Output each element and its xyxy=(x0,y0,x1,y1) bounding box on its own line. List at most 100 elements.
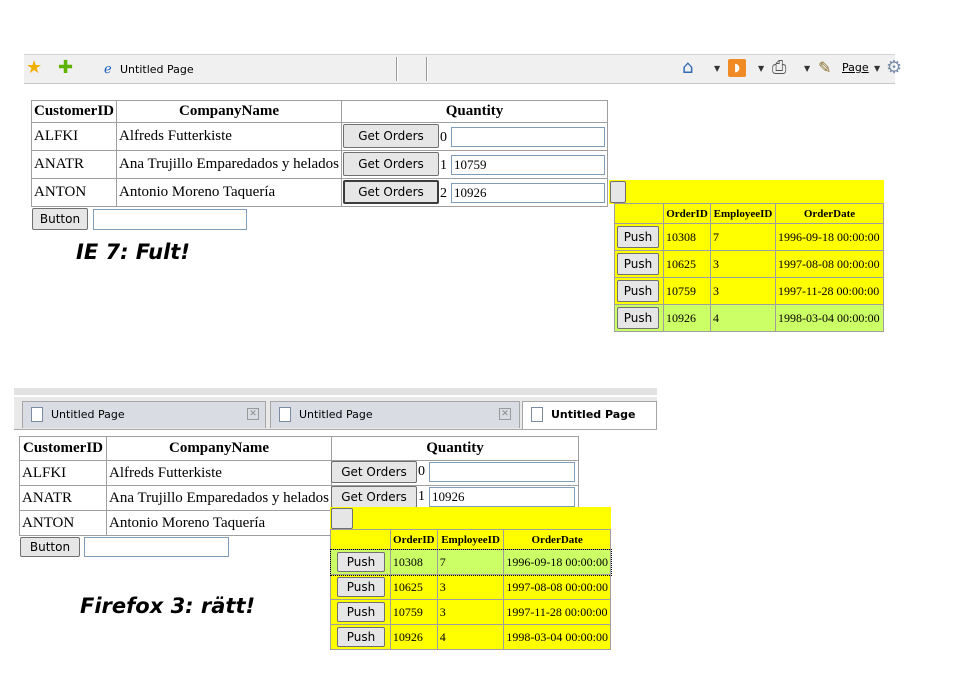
header-push xyxy=(614,203,664,224)
home-dropdown-icon[interactable]: ▼ xyxy=(714,64,720,73)
push-button[interactable]: Push xyxy=(617,307,659,329)
ie-orders-grid: OrderID EmployeeID OrderDate Push 10308 … xyxy=(614,203,884,332)
cell-employeeid: 4 xyxy=(436,624,505,650)
close-tab-icon[interactable]: ✕ xyxy=(499,408,511,420)
cell-customerid: ANTON xyxy=(31,178,117,207)
page-icon xyxy=(31,407,43,422)
cell-orderdate: 1998-03-04 00:00:00 xyxy=(775,304,884,332)
close-tab-icon[interactable]: ✕ xyxy=(247,408,259,420)
ff-tab-bar: Untitled Page ✕ Untitled Page ✕ Untitled… xyxy=(14,397,657,430)
push-button[interactable]: Push xyxy=(337,627,385,647)
ff-bookmarks-bar xyxy=(14,388,657,395)
home-icon[interactable]: ⌂ xyxy=(682,57,693,79)
table-row: Push 10926 4 1998-03-04 00:00:00 xyxy=(330,624,611,650)
cell-orderid: 10759 xyxy=(663,277,711,305)
cell-orderdate: 1997-11-28 00:00:00 xyxy=(775,277,884,305)
cell-orderid: 10625 xyxy=(389,574,438,600)
get-orders-button[interactable]: Get Orders xyxy=(331,461,417,483)
table-row: Push 10625 3 1997-08-08 00:00:00 xyxy=(614,250,884,278)
button[interactable]: Button xyxy=(32,208,88,230)
ff-tab-3-active[interactable]: Untitled Page xyxy=(522,401,657,429)
cell-customerid: ALFKI xyxy=(19,460,107,486)
cell-orderid: 10926 xyxy=(389,624,438,650)
header-orderdate: OrderDate xyxy=(503,529,611,550)
feeds-dropdown-icon[interactable]: ▼ xyxy=(758,64,764,73)
firefox-caption: Firefox 3: rätt! xyxy=(80,594,256,618)
favorites-star-icon[interactable]: ★ xyxy=(26,57,42,79)
quantity-input[interactable] xyxy=(451,127,605,147)
get-orders-button[interactable]: Get Orders xyxy=(343,152,439,176)
header-orderid: OrderID xyxy=(663,203,711,224)
ie-tab[interactable]: ℯ Untitled Page xyxy=(104,59,394,81)
row-index: 2 xyxy=(440,186,447,201)
table-row-selected: Push 10926 4 1998-03-04 00:00:00 xyxy=(614,304,884,332)
cell-customerid: ALFKI xyxy=(31,122,117,151)
expand-button[interactable] xyxy=(331,508,353,529)
quantity-input[interactable]: 10926 xyxy=(451,183,605,203)
get-orders-button[interactable]: Get Orders xyxy=(343,180,439,204)
cell-orderid: 10926 xyxy=(663,304,711,332)
print-dropdown-icon[interactable]: ▼ xyxy=(804,64,810,73)
cell-employeeid: 3 xyxy=(710,250,776,278)
print-icon[interactable]: ⎙ xyxy=(772,57,786,79)
cell-push: Push xyxy=(614,250,664,278)
text-input[interactable] xyxy=(84,537,229,557)
header-companyname: CompanyName xyxy=(106,436,332,461)
quantity-input[interactable]: 10926 xyxy=(429,487,575,507)
page-icon xyxy=(279,407,291,422)
cell-push: Push xyxy=(330,624,391,650)
tab-title: Untitled Page xyxy=(551,408,636,421)
quantity-input[interactable]: 10759 xyxy=(451,155,605,175)
header-companyname: CompanyName xyxy=(116,100,342,123)
header-quantity: Quantity xyxy=(340,100,609,123)
push-button[interactable]: Push xyxy=(617,226,659,248)
row-index: 1 xyxy=(440,158,447,173)
ie-toolbar: ★ ✚ ℯ Untitled Page ⌂ ▼ ◗ ▼ ⎙ ▼ ✎ Page ▼… xyxy=(24,54,902,84)
push-button[interactable]: Push xyxy=(337,602,385,622)
cell-push: Push xyxy=(330,599,391,625)
tab-title: Untitled Page xyxy=(51,408,125,421)
header-push xyxy=(330,529,391,550)
ie-orders-header-strip xyxy=(609,180,884,204)
button[interactable]: Button xyxy=(20,537,80,557)
expand-button[interactable] xyxy=(610,181,626,203)
table-row: Push 10308 7 1996-09-18 00:00:00 xyxy=(614,223,884,251)
feeds-icon[interactable]: ◗ xyxy=(728,59,746,77)
page-menu[interactable]: Page xyxy=(842,61,869,74)
ff-tab-2[interactable]: Untitled Page ✕ xyxy=(270,401,520,428)
cell-orderdate: 1997-08-08 00:00:00 xyxy=(775,250,884,278)
cell-orderid: 10308 xyxy=(389,549,438,575)
page-dropdown-icon[interactable]: ▼ xyxy=(874,64,880,73)
cell-push: Push xyxy=(330,574,391,600)
header-customerid: CustomerID xyxy=(19,436,107,461)
get-orders-button[interactable]: Get Orders xyxy=(331,486,417,508)
add-favorites-icon[interactable]: ✚ xyxy=(58,57,73,79)
header-orderid: OrderID xyxy=(389,529,438,550)
cell-push: Push xyxy=(330,549,391,575)
table-row-selected: Push 10308 7 1996-09-18 00:00:00 xyxy=(329,548,612,576)
text-input[interactable] xyxy=(93,209,247,230)
ie-tab-title: Untitled Page xyxy=(120,63,194,76)
push-button[interactable]: Push xyxy=(337,577,385,597)
page-icon xyxy=(531,407,543,422)
tools-gear-icon[interactable]: ⚙ xyxy=(886,57,902,79)
header-quantity: Quantity xyxy=(330,436,580,461)
cell-employeeid: 7 xyxy=(710,223,776,251)
cell-customerid: ANATR xyxy=(31,150,117,179)
get-orders-button[interactable]: Get Orders xyxy=(343,124,439,148)
cell-customerid: ANATR xyxy=(19,485,107,511)
cell-push: Push xyxy=(614,304,664,332)
push-button[interactable]: Push xyxy=(617,253,659,275)
header-employeeid: EmployeeID xyxy=(710,203,776,224)
cell-push: Push xyxy=(614,223,664,251)
table-row: Push 10625 3 1997-08-08 00:00:00 xyxy=(330,574,611,600)
cell-employeeid: 7 xyxy=(436,549,505,575)
quantity-input[interactable] xyxy=(429,462,575,482)
cell-orderdate: 1996-09-18 00:00:00 xyxy=(775,223,884,251)
table-row: Push 10759 3 1997-11-28 00:00:00 xyxy=(330,599,611,625)
push-button[interactable]: Push xyxy=(337,552,385,572)
push-button[interactable]: Push xyxy=(617,280,659,302)
cell-companyname: Antonio Moreno Taquería xyxy=(116,178,342,207)
ff-tab-1[interactable]: Untitled Page ✕ xyxy=(22,401,266,428)
cell-employeeid: 3 xyxy=(436,599,505,625)
